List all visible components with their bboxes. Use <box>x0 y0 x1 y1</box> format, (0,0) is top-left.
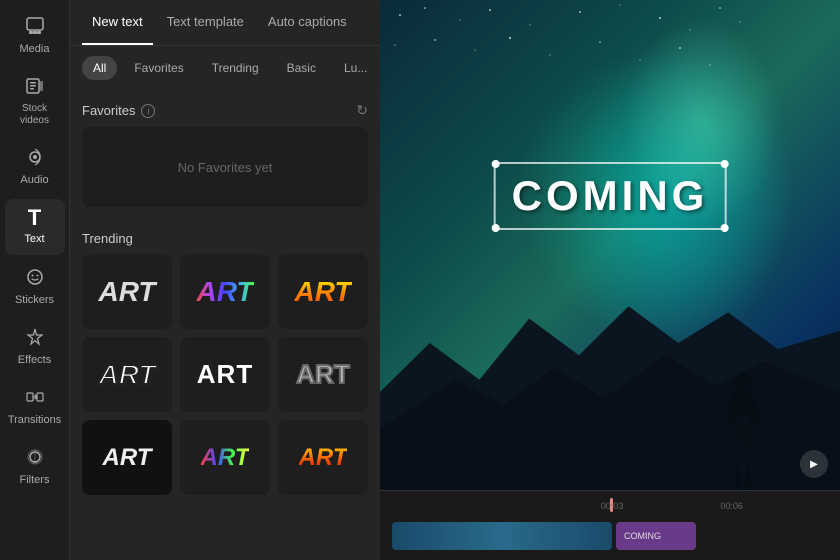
handle-top-right[interactable] <box>720 160 728 168</box>
style-card-5[interactable]: ART <box>180 337 270 412</box>
preview-background: COMING ▶ <box>380 0 840 490</box>
sidebar-item-audio[interactable]: Audio <box>5 139 65 195</box>
style-card-9[interactable]: ART <box>278 420 368 495</box>
sidebar: Media Stockvideos Audio T Text <box>0 0 70 560</box>
style-card-4[interactable]: ART <box>82 337 172 412</box>
favorites-section-header: Favorites i ↻ <box>82 90 368 127</box>
filter-trending[interactable]: Trending <box>201 56 270 80</box>
sidebar-item-audio-label: Audio <box>20 174 48 187</box>
filter-lu[interactable]: Lu... <box>333 56 378 80</box>
sidebar-item-media-label: Media <box>20 43 50 56</box>
favorites-info-icon[interactable]: i <box>141 104 155 118</box>
style-preview-9: ART <box>299 444 348 472</box>
timeline-track: COMING <box>380 515 840 556</box>
filters-icon <box>25 447 45 470</box>
style-preview-7: ART <box>103 444 152 472</box>
transitions-icon <box>25 387 45 410</box>
favorites-refresh-icon[interactable]: ↻ <box>356 102 368 119</box>
effects-icon <box>25 327 45 350</box>
sidebar-item-transitions[interactable]: Transitions <box>5 379 65 435</box>
media-icon <box>25 16 45 39</box>
tab-auto-captions[interactable]: Auto captions <box>258 0 357 45</box>
trending-section-header: Trending <box>82 219 368 254</box>
timeline-tick-1: 00:03 <box>601 501 624 511</box>
trending-title: Trending <box>82 231 133 246</box>
person-silhouette <box>716 370 771 490</box>
style-card-2[interactable]: ART <box>180 254 270 329</box>
style-preview-3: ART <box>294 276 351 308</box>
preview-text: COMING <box>512 172 709 219</box>
sidebar-item-stock-videos-label: Stockvideos <box>20 103 49 127</box>
sidebar-item-transitions-label: Transitions <box>8 414 61 427</box>
timeline: 00:03 00:06 COMING <box>380 490 840 560</box>
style-card-6[interactable]: ART <box>278 337 368 412</box>
panel-tabs: New text Text template Auto captions <box>70 0 380 46</box>
audio-icon <box>25 147 45 170</box>
preview-area: COMING ▶ <box>380 0 840 490</box>
sidebar-item-media[interactable]: Media <box>5 8 65 64</box>
sidebar-item-stickers-label: Stickers <box>15 294 54 307</box>
mountains-layer <box>380 245 840 490</box>
timeline-text-clip[interactable]: COMING <box>616 522 696 550</box>
sidebar-item-text-label: Text <box>24 233 44 246</box>
style-preview-5: ART <box>197 359 253 390</box>
style-preview-6: ART <box>296 359 349 390</box>
timeline-tick-2: 00:06 <box>720 501 743 511</box>
favorites-title: Favorites i <box>82 103 155 118</box>
style-card-3[interactable]: ART <box>278 254 368 329</box>
style-preview-1: ART <box>98 276 155 308</box>
panel-content: Favorites i ↻ No Favorites yet Trending … <box>70 90 380 560</box>
style-card-8[interactable]: ART <box>180 420 270 495</box>
filter-basic[interactable]: Basic <box>276 56 327 80</box>
filter-all[interactable]: All <box>82 56 117 80</box>
tab-text-template[interactable]: Text template <box>157 0 254 45</box>
style-card-7[interactable]: ART <box>82 420 172 495</box>
sidebar-item-stickers[interactable]: Stickers <box>5 259 65 315</box>
timeline-video-clip[interactable] <box>392 522 612 550</box>
stickers-icon <box>25 267 45 290</box>
style-preview-8: ART <box>201 444 250 472</box>
handle-bottom-left[interactable] <box>492 224 500 232</box>
style-card-1[interactable]: ART <box>82 254 172 329</box>
play-button[interactable]: ▶ <box>800 450 828 478</box>
tab-new-text[interactable]: New text <box>82 0 153 45</box>
style-preview-4: ART <box>98 359 155 391</box>
filter-favorites[interactable]: Favorites <box>123 56 194 80</box>
timeline-text-clip-label: COMING <box>624 531 661 541</box>
stock-videos-icon <box>25 76 45 99</box>
preview-text-container[interactable]: COMING <box>494 162 727 230</box>
trending-styles-grid: ART ART ART ART ART ART AR <box>82 254 368 495</box>
sidebar-item-text[interactable]: T Text <box>5 199 65 254</box>
style-preview-2: ART <box>196 276 253 308</box>
timeline-ruler: 00:03 00:06 <box>380 495 840 515</box>
handle-bottom-right[interactable] <box>720 224 728 232</box>
text-icon: T <box>28 207 41 229</box>
sidebar-item-effects[interactable]: Effects <box>5 319 65 375</box>
favorites-empty-state: No Favorites yet <box>82 127 368 207</box>
filter-row: All Favorites Trending Basic Lu... ▾ <box>70 46 380 90</box>
sidebar-item-stock-videos[interactable]: Stockvideos <box>5 68 65 135</box>
text-panel: New text Text template Auto captions All… <box>70 0 380 560</box>
sidebar-item-effects-label: Effects <box>18 354 51 367</box>
sidebar-item-filters-label: Filters <box>20 474 50 487</box>
handle-top-left[interactable] <box>492 160 500 168</box>
main-area: COMING ▶ 00:03 00:06 COMING <box>380 0 840 560</box>
sidebar-item-filters[interactable]: Filters <box>5 439 65 495</box>
